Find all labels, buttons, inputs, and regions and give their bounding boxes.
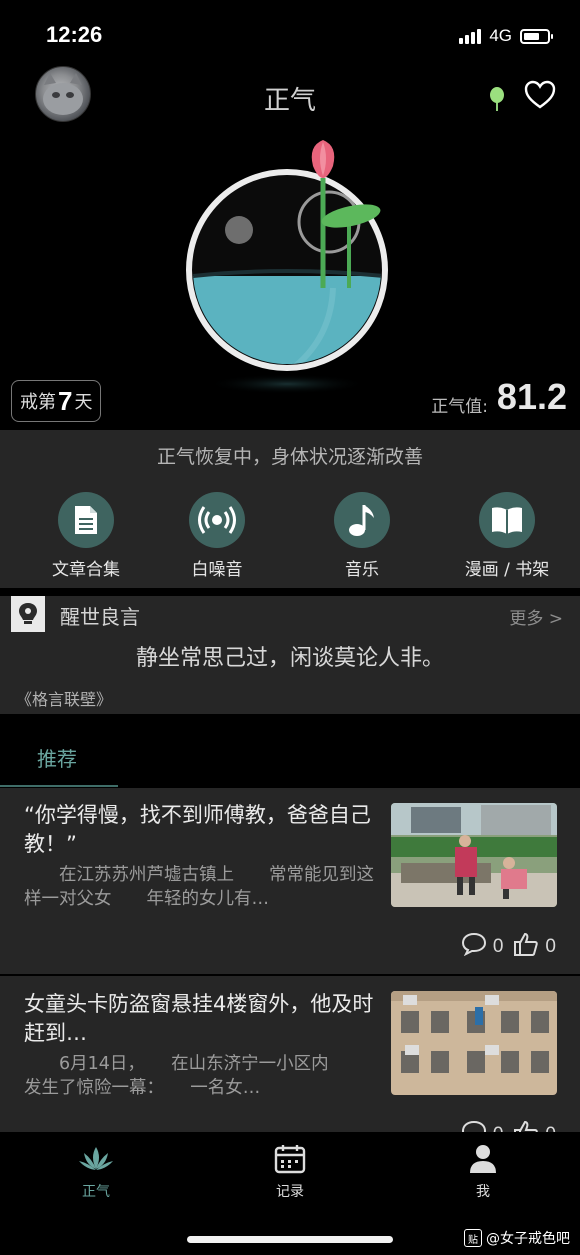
news-summary: 在江苏苏州芦墟古镇上 常常能见到这样一对父女 年轻的女儿有…	[24, 865, 374, 909]
quote-source: 《格言联壁》	[16, 690, 113, 709]
day-prefix: 戒第	[20, 392, 56, 413]
feature-label: 音乐	[345, 560, 379, 580]
news-title: 女童头卡防盗窗悬挂4楼窗外，他及时赶到…	[24, 992, 374, 1045]
nav-zhengqi[interactable]: 正气	[56, 1143, 136, 1201]
tab-active-indicator	[0, 785, 118, 787]
status-indicators: 4G	[459, 26, 553, 46]
nav-label: 我	[476, 1184, 490, 1200]
zhengqi-label: 正气值:	[431, 397, 488, 417]
comment-count: 0	[493, 1124, 504, 1132]
lotus-bowl-illustration[interactable]	[183, 138, 393, 402]
watermark-text: @女子戒色吧	[486, 1231, 570, 1247]
feature-comics-bookshelf[interactable]: 漫画 / 书架	[447, 492, 567, 580]
sprout-icon[interactable]	[487, 86, 507, 116]
abstinence-day-counter: 戒第 7 天	[11, 380, 102, 422]
calendar-icon	[274, 1145, 306, 1179]
news-stats: 0 0	[461, 1119, 556, 1132]
quote-text: 静坐常思己过，闲谈莫论人非。	[135, 646, 444, 671]
like-count: 0	[545, 1124, 556, 1132]
nav-me[interactable]: 我	[443, 1143, 523, 1201]
news-stats: 0 0	[461, 931, 556, 963]
feature-articles[interactable]: 文章合集	[26, 492, 146, 580]
day-suffix: 天	[74, 392, 93, 413]
nav-label: 记录	[276, 1184, 304, 1200]
broadcast-icon	[189, 492, 245, 548]
quote-more-link[interactable]: 更多 >	[509, 604, 563, 629]
book-icon	[479, 492, 535, 548]
feature-music[interactable]: 音乐	[302, 492, 422, 580]
quote-section-title: 醒世良言	[60, 605, 140, 629]
like-count: 0	[545, 936, 556, 957]
person-icon	[468, 1145, 498, 1179]
news-thumbnail	[391, 991, 557, 1095]
nav-label: 正气	[82, 1184, 110, 1200]
watermark-badge: 贴	[464, 1229, 482, 1247]
status-time: 12:26	[46, 22, 103, 47]
feature-label: 白噪音	[191, 560, 243, 580]
comment-icon[interactable]	[461, 932, 487, 962]
status-message: 正气恢复中，身体状况逐渐改善	[156, 446, 423, 468]
feature-label: 漫画 / 书架	[464, 560, 550, 580]
zhengqi-value: 81.2	[496, 376, 567, 417]
thumbs-up-icon[interactable]	[513, 931, 539, 963]
lotus-icon	[78, 1147, 114, 1179]
comment-count: 0	[492, 936, 504, 957]
music-note-icon	[334, 492, 390, 548]
tab-recommend[interactable]: 推荐	[37, 743, 77, 772]
heart-icon[interactable]	[524, 80, 556, 114]
feature-white-noise[interactable]: 白噪音	[157, 492, 277, 580]
home-indicator[interactable]	[187, 1236, 393, 1243]
thumbs-up-icon[interactable]	[513, 1119, 539, 1132]
feature-label: 文章合集	[52, 560, 120, 580]
network-type: 4G	[489, 26, 512, 45]
lightbulb-icon	[11, 596, 45, 632]
news-item[interactable]: 女童头卡防盗窗悬挂4楼窗外，他及时赶到… 6月14日， 在山东济宁一小区内 发生…	[0, 976, 580, 1132]
day-count: 7	[58, 385, 73, 416]
news-item[interactable]: “你学得慢，找不到师傅教，爸爸自己教！” 在江苏苏州芦墟古镇上 常常能见到这样一…	[0, 788, 580, 974]
watermark: 贴 @女子戒色吧	[464, 1228, 570, 1248]
news-title: “你学得慢，找不到师傅教，爸爸自己教！”	[24, 803, 371, 856]
news-thumbnail	[391, 803, 557, 907]
battery-icon	[520, 28, 553, 44]
signal-icon	[459, 28, 482, 44]
document-icon	[58, 492, 114, 548]
nav-record[interactable]: 记录	[250, 1143, 330, 1201]
comment-icon[interactable]	[461, 1120, 487, 1132]
news-summary: 6月14日， 在山东济宁一小区内 发生了惊险一幕： 一名女…	[24, 1054, 364, 1098]
